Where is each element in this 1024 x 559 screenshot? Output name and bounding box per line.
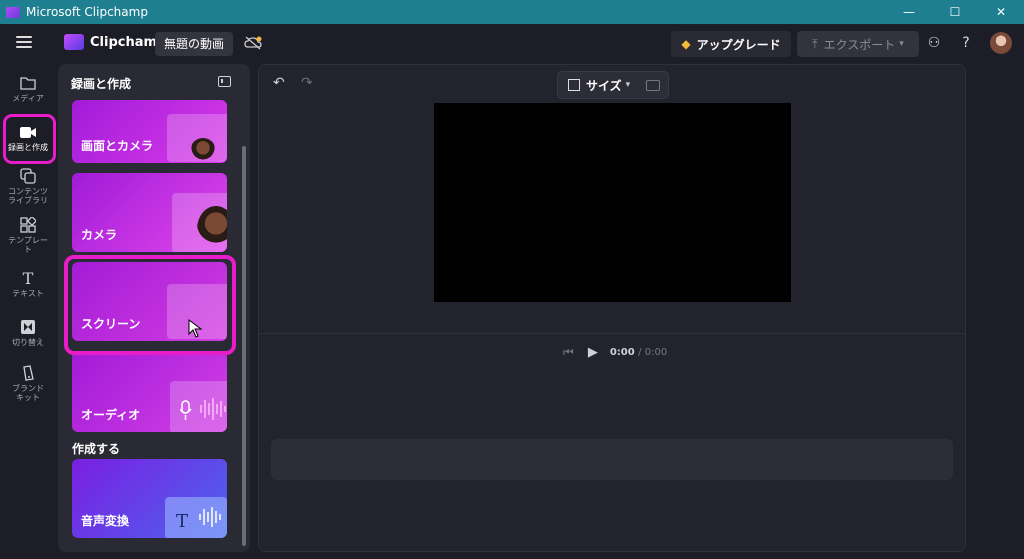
share-people-icon[interactable]: ⚇ — [925, 34, 943, 52]
rail-item-transitions[interactable]: 切り替え — [0, 318, 56, 347]
undo-icon[interactable]: ↶ — [273, 75, 285, 91]
aspect-ratio-button[interactable]: サイズ ▾ — [557, 71, 669, 99]
collapse-panel-icon[interactable] — [218, 76, 231, 87]
rail-label: テキスト — [12, 289, 44, 298]
rail-label: ブランド キット — [12, 384, 44, 402]
card-label: 音声変換 — [81, 514, 130, 528]
total-time: / 0:00 — [638, 347, 668, 358]
divider — [259, 333, 965, 334]
export-button[interactable]: ⤒ エクスポート ▾ — [797, 31, 919, 57]
window-titlebar: Microsoft Clipchamp — ☐ ✕ — [0, 0, 1024, 24]
app-header: Clipchamp 無題の動画 ◆ アップグレード ⤒ エクスポート ▾ ⚇ ? — [0, 24, 1024, 64]
skip-to-start-icon[interactable]: ⏮ — [563, 345, 574, 360]
card-text-to-speech[interactable]: T 音声変換 — [72, 459, 227, 538]
cloud-sync-off-icon[interactable] — [244, 36, 262, 50]
project-title-field[interactable]: 無題の動画 — [155, 32, 234, 56]
clipchamp-logo — [64, 34, 84, 50]
help-icon[interactable]: ? — [957, 34, 975, 52]
panel-scrollbar[interactable] — [242, 146, 246, 546]
playback-controls: ⏮ ▶ 0:00 / 0:00 — [563, 345, 667, 360]
transitions-icon — [18, 318, 38, 336]
popout-player-icon[interactable] — [646, 79, 661, 91]
current-time: 0:00 — [609, 347, 635, 358]
rail-item-brand-kit[interactable]: ブランド キット — [0, 364, 56, 402]
video-preview-canvas[interactable] — [434, 103, 791, 302]
panel-title: 録画と作成 — [71, 77, 132, 91]
size-label: サイズ — [586, 78, 622, 93]
card-screen-and-camera[interactable]: 画面とカメラ — [72, 100, 227, 163]
card-label: カメラ — [81, 228, 118, 242]
upload-arrow-icon: ⤒ — [812, 36, 818, 51]
left-navigation-rail: メディア 録画と作成 コンテンツ ライブラリ テンプレー ト T テキスト 切り… — [0, 64, 56, 559]
diamond-icon: ◆ — [681, 37, 691, 51]
folder-icon — [18, 74, 38, 92]
chevron-down-icon: ▾ — [899, 39, 904, 49]
play-icon[interactable]: ▶ — [588, 345, 598, 360]
rail-label: テンプレー ト — [8, 236, 48, 254]
rail-item-templates[interactable]: テンプレー ト — [0, 216, 56, 254]
presenter-thumbnail — [190, 138, 216, 163]
upgrade-button[interactable]: ◆ アップグレード — [671, 31, 791, 57]
rail-item-content-library[interactable]: コンテンツ ライブラリ — [0, 167, 56, 205]
brand: Clipchamp — [64, 34, 166, 50]
card-label: 画面とカメラ — [81, 139, 154, 153]
rail-label: メディア — [12, 94, 44, 103]
window-title: Microsoft Clipchamp — [26, 5, 148, 19]
close-button[interactable]: ✕ — [978, 0, 1024, 24]
card-audio[interactable]: オーディオ — [72, 351, 227, 432]
text-icon: T — [22, 268, 34, 288]
chevron-down-icon: ▾ — [625, 80, 631, 90]
rail-label: 切り替え — [12, 338, 44, 347]
card-label: オーディオ — [81, 408, 141, 422]
clipchamp-app-icon — [6, 6, 20, 18]
audio-waveform-icon — [180, 398, 226, 420]
voice-waveform-icon — [199, 507, 221, 527]
rail-item-text[interactable]: T テキスト — [0, 268, 56, 299]
section-title-create: 作成する — [72, 442, 121, 456]
card-camera[interactable]: カメラ — [72, 173, 227, 252]
export-label: エクスポート — [823, 37, 896, 52]
maximize-button[interactable]: ☐ — [932, 0, 978, 24]
text-t-icon: T — [176, 511, 189, 532]
library-icon — [18, 167, 38, 185]
record-create-panel: 録画と作成 画面とカメラ カメラ スクリーン オーディオ 作成する T 音声変換 — [58, 64, 250, 552]
minimize-button[interactable]: — — [886, 0, 932, 24]
time-display: 0:00 / 0:00 — [610, 347, 667, 358]
presenter-thumbnail — [197, 206, 227, 252]
preview-area: ↶ ↷ サイズ ▾ ⏮ ▶ 0:00 / 0:00 — [258, 64, 966, 552]
timeline-track[interactable] — [271, 439, 953, 480]
rail-item-media[interactable]: メディア — [0, 74, 56, 103]
templates-icon — [18, 216, 38, 234]
redo-icon[interactable]: ↷ — [301, 75, 313, 91]
upgrade-label: アップグレード — [696, 37, 781, 52]
user-avatar[interactable] — [990, 32, 1012, 54]
brand-kit-icon — [18, 364, 38, 382]
menu-icon[interactable] — [16, 36, 32, 50]
rail-label: コンテンツ ライブラリ — [8, 187, 48, 205]
crop-frame-icon — [568, 79, 580, 91]
rail-highlight-annotation — [3, 114, 56, 164]
card-highlight-annotation — [64, 255, 236, 355]
